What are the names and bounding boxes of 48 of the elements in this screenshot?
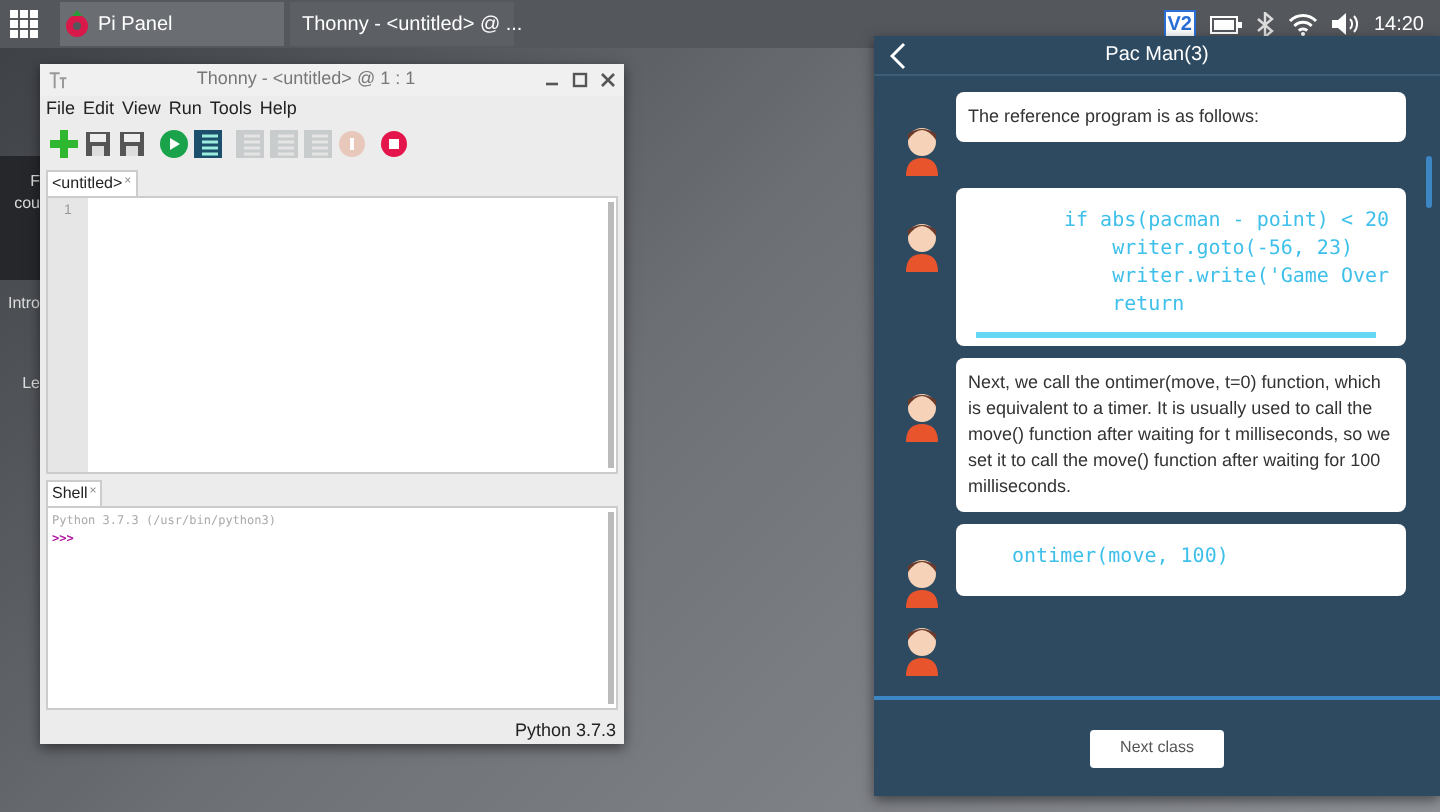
raspberry-icon <box>64 10 90 38</box>
background-text: cou <box>14 194 40 214</box>
code-line: if abs(pacman - point) < 20 <box>1062 208 1386 236</box>
code-line: return <box>1110 292 1187 320</box>
window-title: Thonny - <untitled> @ 1 : 1 <box>194 66 418 93</box>
lesson-title: Pac Man(3) <box>1103 42 1211 70</box>
app-grid-icon[interactable] <box>10 10 38 38</box>
menu-item[interactable]: Tools <box>209 95 252 123</box>
play-icon[interactable] <box>160 130 188 159</box>
back-icon[interactable] <box>890 41 906 69</box>
background-text: Intro <box>7 294 40 314</box>
speaker-icon[interactable] <box>1331 12 1360 36</box>
wifi-icon[interactable] <box>1287 12 1318 36</box>
save-icon[interactable] <box>84 130 112 159</box>
menu-item[interactable]: File <box>46 95 76 123</box>
close-icon[interactable] <box>600 71 616 88</box>
avatar-icon <box>900 556 944 608</box>
battery-icon[interactable] <box>1209 15 1242 33</box>
menu-item[interactable]: Run <box>168 95 202 123</box>
message-bubble: Next, we call the ontimer(move, t=0) function, which is equivalent to a timer. It is usually used to call the move() function after waiting for t milliseconds, so we set it to call the move() function after waiting for 100 milliseconds. <box>956 358 1406 512</box>
background-text: Le <box>22 374 40 394</box>
background-text: F <box>30 172 40 192</box>
menu-item[interactable]: View <box>122 95 161 123</box>
scrollbar[interactable] <box>608 511 614 703</box>
next-class-button[interactable]: Next class <box>1090 729 1224 767</box>
status-text: Python 3.7.3 <box>514 717 616 744</box>
taskbar-button[interactable]: Pi Panel <box>60 2 284 46</box>
menu-item[interactable]: Help <box>259 95 297 123</box>
background-panel <box>0 156 40 280</box>
save-icon[interactable] <box>118 130 146 159</box>
code-line: writer.write('Game Over <box>1110 264 1386 292</box>
avatar-icon <box>900 220 944 272</box>
scrollbar[interactable] <box>1426 156 1432 208</box>
code-line: writer.goto(-56, 23) <box>1110 236 1355 264</box>
code-line: ontimer(move, 100) <box>1010 544 1231 572</box>
maximize-icon[interactable] <box>572 71 588 88</box>
lines-icon[interactable] <box>194 130 222 159</box>
bluetooth-icon[interactable] <box>1255 11 1274 37</box>
message-bubble: The reference program is as follows: <box>956 92 1406 142</box>
avatar-icon <box>900 390 944 442</box>
avatar-icon <box>900 624 944 676</box>
horizontal-scrollbar[interactable] <box>976 332 1376 338</box>
stop-icon[interactable] <box>380 130 408 159</box>
clock[interactable]: 14:20 <box>1373 9 1424 39</box>
scrollbar[interactable] <box>608 201 614 468</box>
avatar-icon <box>900 124 944 176</box>
tray-badge[interactable]: V2 <box>1163 9 1196 39</box>
menu-item[interactable]: Edit <box>83 95 115 123</box>
